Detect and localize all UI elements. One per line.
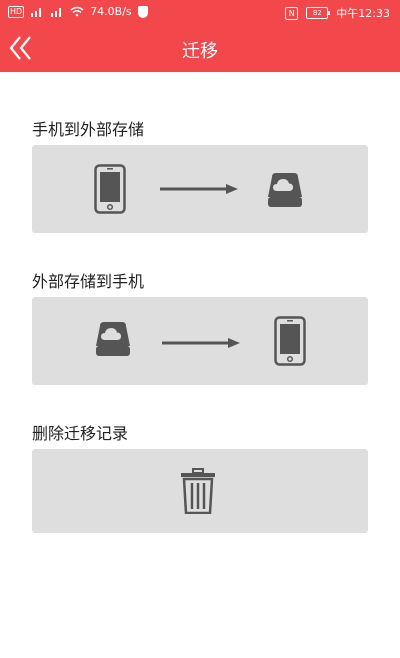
cloud-storage-icon — [96, 322, 130, 356]
signal-icon-2 — [51, 8, 62, 17]
nfc-icon: N — [285, 6, 299, 20]
trash-icon — [181, 468, 215, 514]
arrow-right-icon — [162, 338, 240, 348]
status-time: 中午12:33 — [336, 7, 390, 20]
shield-icon — [137, 5, 148, 18]
section-label-delete-records: 删除迁移记录 — [32, 424, 129, 443]
phone-to-storage-button[interactable] — [32, 145, 368, 233]
app-bar: 迁移 — [0, 24, 400, 72]
storage-to-phone-button[interactable] — [32, 297, 368, 385]
phone-icon — [94, 164, 126, 214]
status-left: HD 74.0B/s — [8, 5, 148, 18]
arrow-right-icon — [160, 184, 238, 194]
battery-level: 82 — [312, 9, 322, 17]
hd-icon: HD — [8, 5, 25, 18]
delete-records-button[interactable] — [32, 449, 368, 533]
status-bar: HD 74.0B/s N 82 中午12:33 — [0, 0, 400, 24]
wifi-icon — [70, 6, 84, 17]
cloud-storage-icon — [268, 173, 302, 207]
phone-icon — [274, 316, 306, 366]
status-right: N 82 中午12:33 — [285, 5, 390, 21]
section-label-storage-to-phone: 外部存储到手机 — [32, 272, 145, 291]
network-speed: 74.0B/s — [90, 5, 132, 18]
signal-icon — [31, 8, 42, 17]
page-title: 迁移 — [182, 41, 218, 62]
battery-icon: 82 — [306, 7, 331, 19]
section-label-phone-to-storage: 手机到外部存储 — [32, 120, 145, 139]
